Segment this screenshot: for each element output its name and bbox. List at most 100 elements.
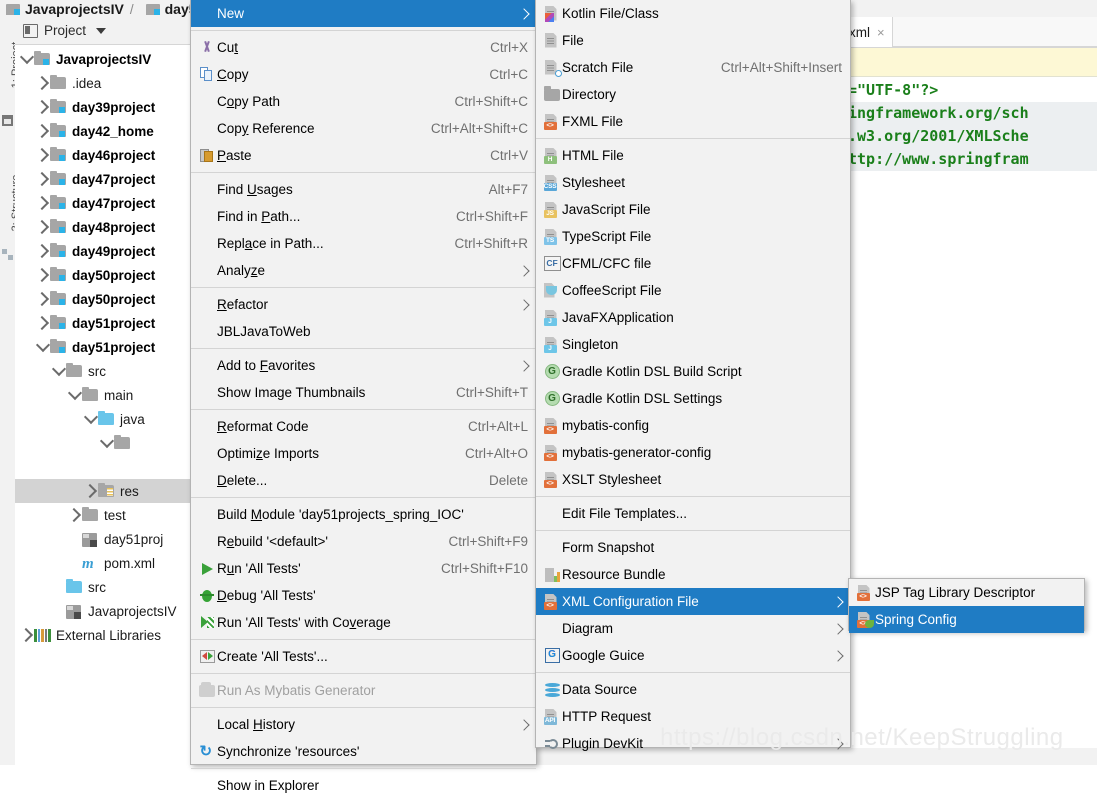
tree-node[interactable]: java xyxy=(15,407,192,431)
menu-item-run-all-tests[interactable]: Run 'All Tests' Ctrl+Shift+F10 xyxy=(191,555,536,582)
tree-node[interactable]: .idea xyxy=(15,71,192,95)
chevron-down-icon[interactable] xyxy=(83,409,98,425)
editor-tab[interactable]: xml × xyxy=(846,17,893,47)
menu-item-coffeescript-file[interactable]: CoffeeScript File xyxy=(536,277,850,304)
chevron-down-icon[interactable] xyxy=(51,361,66,377)
chevron-right-icon[interactable] xyxy=(82,483,98,499)
tree-node[interactable]: day50project xyxy=(15,287,192,311)
menu-item-copy-path[interactable]: Copy Path Ctrl+Shift+C xyxy=(191,88,536,115)
menu-item-rebuild-default[interactable]: Rebuild '<default>' Ctrl+Shift+F9 xyxy=(191,528,536,555)
xml-configuration-file-submenu[interactable]: <> JSP Tag Library Descriptor <> Spring Con… xyxy=(848,578,1085,633)
menu-item-html-file[interactable]: H HTML File xyxy=(536,142,850,169)
tree-node[interactable]: test xyxy=(15,503,192,527)
menu-item-synchronize-resources[interactable]: ↻ Synchronize 'resources' xyxy=(191,738,536,765)
menu-item-refactor[interactable]: Refactor xyxy=(191,291,536,318)
tree-node[interactable]: day49project xyxy=(15,239,192,263)
menu-item-kotlin-file-class[interactable]: Kotlin File/Class xyxy=(536,0,850,27)
tree-node[interactable]: JavaprojectsIV xyxy=(15,599,192,623)
menu-item-mybatis-config[interactable]: <> mybatis-config xyxy=(536,412,850,439)
menu-item-jbljavatoweb[interactable]: JBLJavaToWeb xyxy=(191,318,536,345)
menu-item-copy[interactable]: Copy Ctrl+C xyxy=(191,61,536,88)
tree-node[interactable]: day51project xyxy=(15,335,192,359)
chevron-right-icon[interactable] xyxy=(34,99,50,115)
tree-node[interactable]: main xyxy=(15,383,192,407)
chevron-right-icon[interactable] xyxy=(34,219,50,235)
chevron-right-icon[interactable] xyxy=(34,75,50,91)
menu-item-gradle-kotlin-dsl-settings[interactable]: G Gradle Kotlin DSL Settings xyxy=(536,385,850,412)
menu-item-gradle-kotlin-dsl-build-script[interactable]: G Gradle Kotlin DSL Build Script xyxy=(536,358,850,385)
tree-node[interactable]: External Libraries xyxy=(15,623,192,647)
menu-item-xml-configuration-file[interactable]: <> XML Configuration File xyxy=(536,588,850,615)
chevron-down-icon[interactable] xyxy=(99,433,114,449)
chevron-right-icon[interactable] xyxy=(18,627,34,643)
breadcrumb-root[interactable]: JavaprojectsIV xyxy=(6,1,124,17)
menu-item-reformat-code[interactable]: Reformat Code Ctrl+Alt+L xyxy=(191,413,536,440)
close-icon[interactable]: × xyxy=(877,25,885,40)
chevron-right-icon[interactable] xyxy=(34,291,50,307)
menu-item-add-to-favorites[interactable]: Add to Favorites xyxy=(191,352,536,379)
menu-item-copy-reference[interactable]: Copy Reference Ctrl+Alt+Shift+C xyxy=(191,115,536,142)
menu-item-run-all-tests-with-coverage[interactable]: Run 'All Tests' with Coverage xyxy=(191,609,536,636)
menu-item-scratch-file[interactable]: Scratch File Ctrl+Alt+Shift+Insert xyxy=(536,54,850,81)
tree-node[interactable]: res xyxy=(15,479,192,503)
menu-item-local-history[interactable]: Local History xyxy=(191,711,536,738)
context-menu[interactable]: New Cut Ctrl+X Copy Ctrl+C Copy Path Ctrl+Shif… xyxy=(190,0,537,793)
menu-item-diagram[interactable]: Diagram xyxy=(536,615,850,642)
menu-item-edit-file-templates[interactable]: Edit File Templates... xyxy=(536,500,850,527)
menu-item-http-request[interactable]: API HTTP Request xyxy=(536,703,850,730)
menu-item-xslt-stylesheet[interactable]: <> XSLT Stylesheet xyxy=(536,466,850,493)
tree-node[interactable]: day51project xyxy=(15,311,192,335)
project-tree[interactable]: JavaprojectsIV .idea day39project day42_hom… xyxy=(15,45,192,647)
menu-item-debug-all-tests[interactable]: Debug 'All Tests' xyxy=(191,582,536,609)
chevron-right-icon[interactable] xyxy=(34,123,50,139)
chevron-right-icon[interactable] xyxy=(34,171,50,187)
chevron-right-icon[interactable] xyxy=(34,147,50,163)
editor-code[interactable]: ="UTF-8"?> ingframework.org/sch .w3.org/20… xyxy=(846,77,1097,171)
tree-node[interactable]: day39project xyxy=(15,95,192,119)
chevron-down-icon[interactable] xyxy=(35,337,50,353)
menu-item-google-guice[interactable]: G Google Guice xyxy=(536,642,850,669)
menu-item-file[interactable]: File xyxy=(536,27,850,54)
tree-node[interactable]: JavaprojectsIV xyxy=(15,47,192,71)
tree-node[interactable]: m pom.xml xyxy=(15,551,192,575)
menu-item-delete[interactable]: Delete... Delete xyxy=(191,467,536,494)
menu-item-find-usages[interactable]: Find Usages Alt+F7 xyxy=(191,176,536,203)
tree-node[interactable] xyxy=(15,431,192,455)
new-submenu[interactable]: Kotlin File/Class File Scratch File Ctrl+Al… xyxy=(535,0,851,751)
menu-item-javascript-file[interactable]: JS JavaScript File xyxy=(536,196,850,223)
tree-node[interactable]: src xyxy=(15,575,192,599)
menu-item-plugin-devkit[interactable]: Plugin DevKit xyxy=(536,730,850,757)
menu-item-build-module-day51projects-spring-ioc[interactable]: Build Module 'day51projects_spring_IOC' xyxy=(191,501,536,528)
tree-node[interactable]: day42_home xyxy=(15,119,192,143)
chevron-down-icon[interactable] xyxy=(67,385,82,401)
chevron-down-icon[interactable] xyxy=(96,27,107,34)
menu-item-new[interactable]: New xyxy=(191,0,536,27)
chevron-right-icon[interactable] xyxy=(34,315,50,331)
menu-item-jsp-tag-library-descriptor[interactable]: <> JSP Tag Library Descriptor xyxy=(849,579,1084,606)
tree-node[interactable]: day46project xyxy=(15,143,192,167)
tree-node[interactable]: day50project xyxy=(15,263,192,287)
menu-item-replace-in-path[interactable]: Replace in Path... Ctrl+Shift+R xyxy=(191,230,536,257)
chevron-right-icon[interactable] xyxy=(66,507,82,523)
chevron-down-icon[interactable] xyxy=(19,49,34,65)
menu-item-spring-config[interactable]: <> Spring Config xyxy=(849,606,1084,633)
tree-node[interactable]: src xyxy=(15,359,192,383)
menu-item-typescript-file[interactable]: TS TypeScript File xyxy=(536,223,850,250)
menu-item-mybatis-generator-config[interactable]: <> mybatis-generator-config xyxy=(536,439,850,466)
menu-item-cfml-cfc-file[interactable]: CF CFML/CFC file xyxy=(536,250,850,277)
chevron-right-icon[interactable] xyxy=(34,267,50,283)
tree-node[interactable] xyxy=(15,455,192,479)
menu-item-optimize-imports[interactable]: Optimize Imports Ctrl+Alt+O xyxy=(191,440,536,467)
menu-item-show-image-thumbnails[interactable]: Show Image Thumbnails Ctrl+Shift+T xyxy=(191,379,536,406)
menu-item-fxml-file[interactable]: <> FXML File xyxy=(536,108,850,135)
menu-item-singleton[interactable]: J Singleton xyxy=(536,331,850,358)
tree-node[interactable]: day47project xyxy=(15,191,192,215)
menu-item-directory[interactable]: Directory xyxy=(536,81,850,108)
menu-item-find-in-path[interactable]: Find in Path... Ctrl+Shift+F xyxy=(191,203,536,230)
tree-node[interactable]: day48project xyxy=(15,215,192,239)
menu-item-create-all-tests[interactable]: Create 'All Tests'... xyxy=(191,643,536,670)
menu-item-javafxapplication[interactable]: J JavaFXApplication xyxy=(536,304,850,331)
menu-item-analyze[interactable]: Analyze xyxy=(191,257,536,284)
menu-item-form-snapshot[interactable]: Form Snapshot xyxy=(536,534,850,561)
tree-node[interactable]: day51proj xyxy=(15,527,192,551)
